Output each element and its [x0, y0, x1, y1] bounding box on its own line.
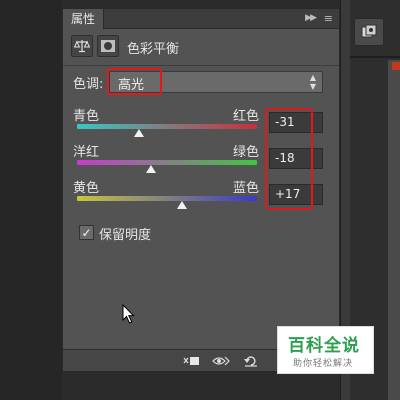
collapse-icon[interactable]: ▶▶: [305, 13, 317, 23]
slider-label-right: 绿色: [232, 145, 259, 160]
preserve-luminosity-label: 保留明度: [99, 228, 152, 243]
values-highlight-annotation: [265, 108, 313, 210]
panel-menu-icon[interactable]: ≡: [324, 12, 333, 25]
properties-panel: 属性 ▶▶ ≡ 色彩平衡 色调: 高光 ▲ ▼ 青色 红色 -31 洋红 绿色 …: [62, 8, 340, 372]
slider-thumb[interactable]: [134, 129, 145, 137]
swatch-icon: [392, 62, 400, 70]
slider-label-left: 青色: [73, 109, 100, 124]
cyan-red-slider: 青色 红色: [73, 105, 259, 145]
tab-properties[interactable]: 属性: [63, 9, 105, 29]
tone-label: 色调:: [73, 77, 104, 92]
workspace-bottom: [62, 374, 340, 400]
watermark-logo: 百科全说 助你轻松解决: [277, 326, 374, 374]
updown-arrows-icon: ▲ ▼: [309, 73, 316, 91]
slider-thumb[interactable]: [177, 201, 188, 209]
mouse-cursor-icon: [122, 304, 135, 324]
slider-track[interactable]: [77, 196, 257, 201]
slider-label-left: 洋红: [73, 145, 100, 160]
preserve-luminosity-checkbox[interactable]: ✓: [79, 225, 94, 240]
watermark-subtitle: 助你轻松解决: [293, 359, 354, 369]
adjustment-title: 色彩平衡: [127, 42, 180, 57]
dock-tool-button[interactable]: [354, 18, 384, 46]
slider-label-right: 红色: [232, 109, 259, 124]
balance-icon[interactable]: [71, 35, 93, 57]
view-previous-state-icon[interactable]: [211, 353, 231, 369]
checkmark-icon: ✓: [81, 225, 92, 240]
layers-icon: [361, 24, 377, 38]
clip-to-layer-icon[interactable]: [181, 353, 201, 369]
workspace-left: [0, 0, 62, 400]
dock-divider: [350, 56, 400, 58]
tone-highlight-annotation: [107, 68, 162, 95]
panel-tabbar: 属性 ▶▶ ≡: [63, 9, 339, 29]
slider-track[interactable]: [77, 160, 257, 165]
yellow-blue-slider: 黄色 蓝色: [73, 177, 259, 217]
slider-label-left: 黄色: [73, 181, 100, 196]
watermark-title: 百科全说: [288, 336, 360, 356]
header-divider: [63, 65, 339, 66]
mask-icon[interactable]: [97, 35, 119, 57]
reset-icon[interactable]: [241, 353, 261, 369]
adjustment-header: 色彩平衡: [71, 35, 333, 59]
magenta-green-slider: 洋红 绿色: [73, 141, 259, 181]
slider-thumb[interactable]: [145, 165, 156, 173]
dock-side-panel[interactable]: [388, 60, 400, 400]
slider-label-right: 蓝色: [232, 181, 259, 196]
slider-track[interactable]: [77, 124, 257, 129]
